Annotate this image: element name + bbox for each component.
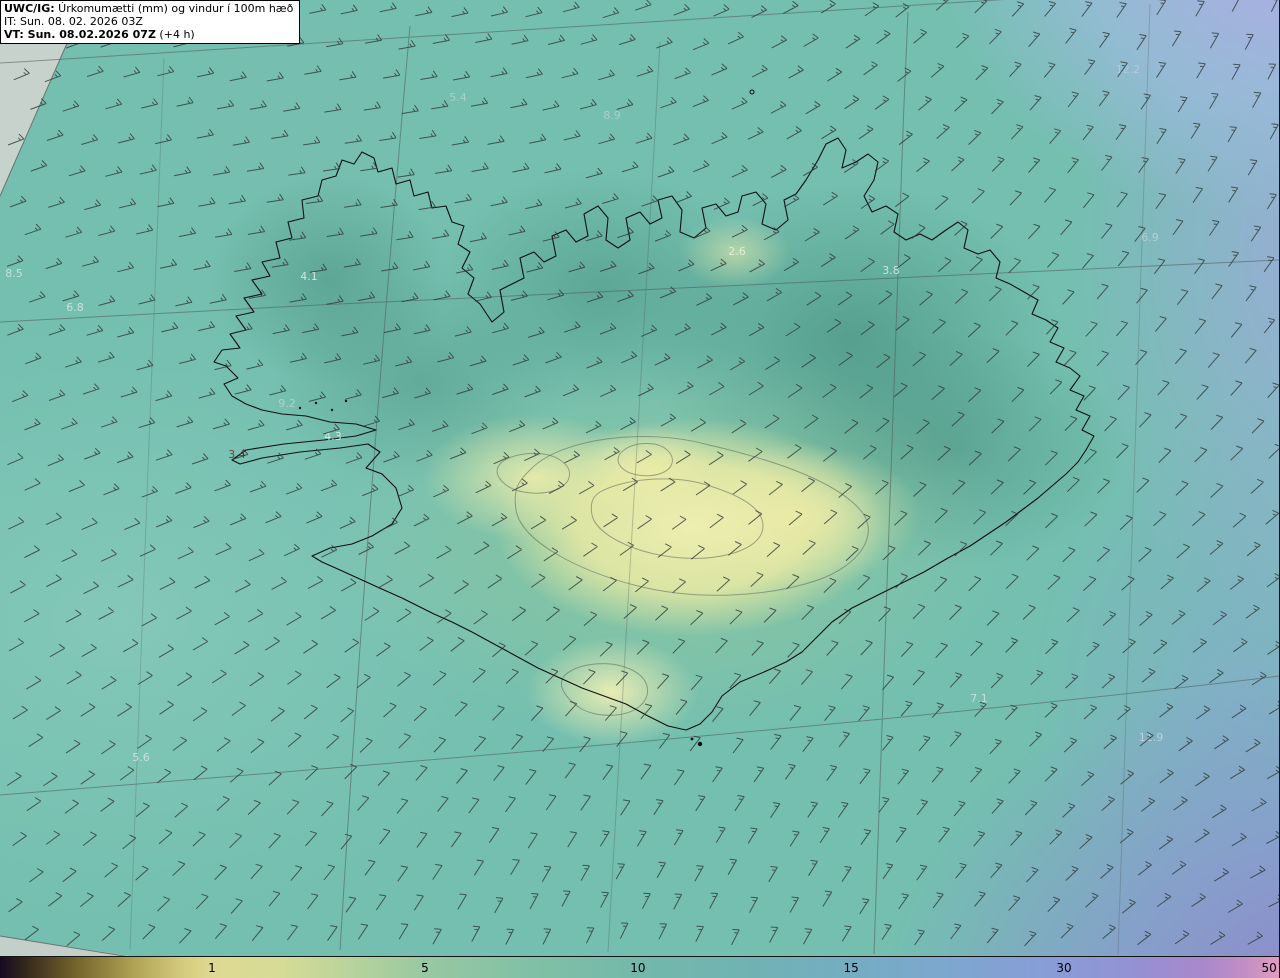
model-id: UWC/IG: (4, 2, 55, 15)
map-canvas: 8.56.84.15.48.912.22.63.86.99.24.33.45.6… (0, 0, 1279, 956)
colorbar-tick-label: 1 (208, 961, 216, 975)
precip-contour (514, 436, 869, 596)
init-time: IT: Sun. 08. 02. 2026 03Z (4, 15, 143, 28)
longitude-line (607, 41, 661, 953)
wind-barb-field (6, 0, 1279, 947)
colorbar-tick-label: 15 (843, 961, 859, 975)
precip-contour (560, 663, 648, 716)
island-breidafjordur (298, 406, 302, 410)
weather-map-screen: 8.5 6.8 4.1 5.4 8.9 12.2 2.6 3.8 6.9 9.2 4.3 3.4 5.6… (0, 0, 1280, 978)
title-line-valid: VT: Sun. 08.02.2026 07Z (+4 h) (4, 28, 293, 41)
domain-edge (0, 935, 127, 956)
latitude-line (0, 675, 1279, 796)
valid-offset: (+4 h) (155, 28, 195, 41)
map-value-label: 5.6 (132, 751, 150, 764)
title-box: UWC/IG: Úrkomumætti (mm) og vindur í 100… (0, 0, 301, 44)
latitude-line (0, 259, 1279, 323)
iceland-coastline (213, 89, 1095, 747)
colorbar-tick-label: 10 (630, 961, 646, 975)
map-value-label: 9.2 (278, 397, 296, 410)
map-value-label: 7.1 (970, 692, 988, 705)
coastline-path (213, 137, 1095, 731)
colorbar-tick-label: 50 (1261, 961, 1277, 975)
title-line-product: UWC/IG: Úrkomumætti (mm) og vindur í 100… (4, 2, 293, 15)
valid-time: VT: Sun. 08.02.2026 07Z (4, 28, 156, 41)
value-labels-layer: 8.56.84.15.48.912.22.63.86.99.24.33.45.6… (5, 63, 1163, 764)
map-value-label: 6.9 (1141, 231, 1159, 244)
map-title: Úrkomumætti (mm) og vindur í 100m hæð (54, 2, 294, 15)
map-value-label: 4.3 (324, 430, 342, 443)
graticule-grid (0, 0, 1279, 955)
island-vestmannaeyjar (690, 737, 694, 741)
map-value-label: 2.6 (728, 245, 746, 258)
island-breidafjordur (344, 399, 348, 403)
island-vestmannaeyjar (697, 741, 703, 747)
map-domain-boundary (0, 0, 127, 956)
longitude-line (129, 57, 165, 951)
precip-contours (496, 436, 869, 716)
precipitation-colorbar: 1 5 10 15 30 50 (0, 956, 1279, 978)
map-value-label: 5.4 (449, 91, 467, 104)
map-value-label: 6.8 (66, 301, 84, 314)
precip-contour (617, 443, 673, 477)
map-value-label: 8.9 (603, 109, 621, 122)
island-breidafjordur (314, 401, 318, 405)
island-breidafjordur (330, 408, 334, 412)
island-grimsey (749, 89, 755, 95)
map-value-label: 3.8 (882, 264, 900, 277)
wind-barbs-layer (6, 0, 1279, 947)
map-value-label: 8.5 (5, 267, 23, 280)
colorbar-tick-label: 30 (1056, 961, 1072, 975)
colorbar-tick-label: 5 (421, 961, 429, 975)
precip-contour (496, 452, 570, 494)
